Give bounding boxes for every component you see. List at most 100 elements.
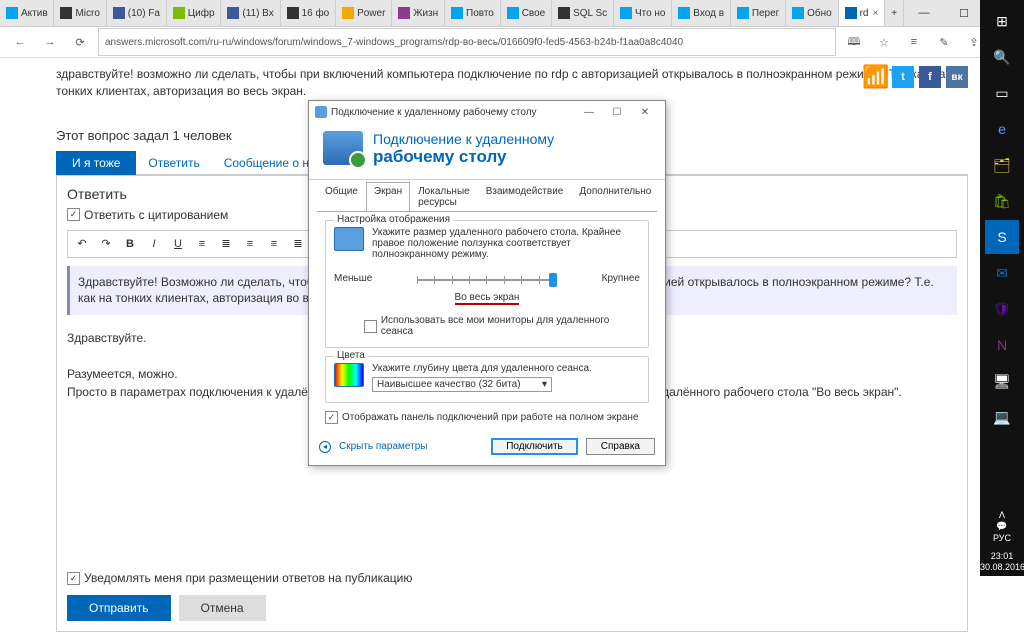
rdp-min-button[interactable]: — xyxy=(575,107,603,118)
reading-icon[interactable]: 🕮 xyxy=(842,30,866,54)
monitor-icon[interactable]: 🖥 xyxy=(985,364,1019,398)
rdp-header-line1: Подключение к удаленному xyxy=(373,131,554,147)
browser-tab[interactable]: Что но xyxy=(614,0,672,26)
rdp-max-button[interactable]: ☐ xyxy=(603,107,631,118)
browser-tab[interactable]: Актив xyxy=(0,0,54,26)
rdp-tab[interactable]: Локальные ресурсы xyxy=(410,182,478,211)
task-view-icon[interactable]: ▭ xyxy=(985,76,1019,110)
twitter-icon[interactable]: t xyxy=(892,66,914,88)
hub-icon[interactable]: ≡ xyxy=(902,30,926,54)
back-button[interactable]: ← xyxy=(8,30,32,54)
color-depth-select[interactable]: Наивысшее качество (32 бита)▾ xyxy=(372,377,552,392)
redo-button[interactable]: ↷ xyxy=(96,235,116,253)
taskbar: ⊞ 🔍 ▭ e 🗂 🛍 S ✉ 🛡 N 🖥 💻 xyxy=(980,0,1024,576)
vk-icon[interactable]: вк xyxy=(946,66,968,88)
forward-button[interactable]: → xyxy=(38,30,62,54)
browser-tab[interactable]: Micro xyxy=(54,0,106,26)
align-left-button[interactable]: ≣ xyxy=(216,235,236,253)
rdp-tab[interactable]: Дополнительно xyxy=(571,182,659,211)
start-button[interactable]: ⊞ xyxy=(985,4,1019,38)
browser-tab[interactable]: Цифр xyxy=(167,0,222,26)
star-icon[interactable]: ☆ xyxy=(872,30,896,54)
display-group: Настройка отображения Укажите размер уда… xyxy=(325,220,649,348)
rdp-close-button[interactable]: ✕ xyxy=(631,107,659,118)
answer-tab[interactable]: Ответить xyxy=(136,151,211,175)
tray-up-icon[interactable]: ᐱ xyxy=(980,510,1024,522)
size-slider[interactable] xyxy=(417,272,557,288)
show-bar-label: Отображать панель подключений при работе… xyxy=(342,412,638,423)
italic-button[interactable]: I xyxy=(144,235,164,253)
colors-legend: Цвета xyxy=(334,350,368,361)
rdp-tab[interactable]: Экран xyxy=(366,182,410,211)
quote-checkbox-label: Ответить с цитированием xyxy=(84,208,228,222)
browser-tab[interactable]: Жизн xyxy=(392,0,445,26)
all-monitors-checkbox[interactable]: Использовать все мои мониторы для удален… xyxy=(364,315,640,337)
clock-date: 30.08.2016 xyxy=(980,562,1024,574)
monitor-icon xyxy=(334,227,364,251)
strike-button[interactable]: ≡ xyxy=(192,235,212,253)
show-bar-checkbox[interactable]: ✓ Отображать панель подключений при рабо… xyxy=(325,411,649,424)
display-legend: Настройка отображения xyxy=(334,214,453,225)
rdp-tabs: ОбщиеЭкранЛокальные ресурсыВзаимодействи… xyxy=(309,180,665,211)
submit-button[interactable]: Отправить xyxy=(67,595,171,621)
list-button[interactable]: ≣ xyxy=(288,235,308,253)
question-text: здравствуйте! возможно ли сделать, чтобы… xyxy=(56,66,968,100)
collapse-icon[interactable]: ◂ xyxy=(319,441,331,453)
browser-tab[interactable]: (10) Fa xyxy=(107,0,167,26)
notify-checkbox[interactable]: ✓ Уведомлять меня при размещении ответов… xyxy=(67,571,957,585)
colors-text: Укажите глубину цвета для удаленного сеа… xyxy=(372,363,640,374)
browser-tab[interactable]: Перег xyxy=(731,0,786,26)
tray-msg-icon[interactable]: 💬 xyxy=(980,521,1024,533)
check-icon: ✓ xyxy=(325,411,338,424)
slider-thumb-icon[interactable] xyxy=(549,273,557,287)
facebook-icon[interactable]: f xyxy=(919,66,941,88)
browser-tab[interactable]: 16 фо xyxy=(281,0,337,26)
store-icon[interactable]: 🛍 xyxy=(985,184,1019,218)
clock-time[interactable]: 23:01 xyxy=(980,551,1024,563)
slider-less-label: Меньше xyxy=(334,273,372,284)
explorer-icon[interactable]: 🗂 xyxy=(985,148,1019,182)
help-button[interactable]: Справка xyxy=(586,438,655,455)
browser-tab[interactable]: Вход в xyxy=(672,0,731,26)
new-tab-button[interactable]: + xyxy=(885,0,904,26)
reload-button[interactable]: ⟳ xyxy=(68,30,92,54)
hide-params-link[interactable]: Скрыть параметры xyxy=(339,441,427,452)
onenote-icon[interactable]: N xyxy=(985,328,1019,362)
browser-tab[interactable]: Power xyxy=(336,0,392,26)
rdp-icon[interactable]: 💻 xyxy=(985,400,1019,434)
system-tray[interactable]: ᐱ 💬 РУС 23:01 30.08.2016 xyxy=(980,508,1024,576)
align-right-button[interactable]: ≡ xyxy=(264,235,284,253)
bold-button[interactable]: B xyxy=(120,235,140,253)
url-field[interactable]: answers.microsoft.com/ru-ru/windows/foru… xyxy=(98,28,836,56)
browser-tab[interactable]: Свое xyxy=(501,0,552,26)
cancel-button[interactable]: Отмена xyxy=(179,595,266,621)
connect-button[interactable]: Подключить xyxy=(491,438,578,455)
undo-button[interactable]: ↶ xyxy=(72,235,92,253)
window-max-button[interactable]: ☐ xyxy=(944,0,984,26)
address-bar-row: ← → ⟳ answers.microsoft.com/ru-ru/window… xyxy=(0,27,1024,58)
outlook-icon[interactable]: ✉ xyxy=(985,256,1019,290)
browser-tab[interactable]: rd× xyxy=(839,0,886,26)
rdp-titlebar[interactable]: Подключение к удаленному рабочему столу … xyxy=(309,101,665,123)
rdp-tab[interactable]: Взаимодействие xyxy=(478,182,572,211)
me-too-tab[interactable]: И я тоже xyxy=(56,151,136,175)
rdp-tab[interactable]: Общие xyxy=(317,182,366,211)
skype-icon[interactable]: S xyxy=(985,220,1019,254)
browser-tab[interactable]: (11) Вх xyxy=(221,0,280,26)
check-icon: ✓ xyxy=(67,572,80,585)
window-min-button[interactable]: — xyxy=(904,0,944,26)
browser-tab[interactable]: Обно xyxy=(786,0,838,26)
browser-tab[interactable]: SQL Sc xyxy=(552,0,614,26)
rss-icon[interactable]: 📶 xyxy=(865,66,887,88)
lang-indicator[interactable]: РУС xyxy=(980,533,1024,545)
browser-tab[interactable]: Повто xyxy=(445,0,501,26)
align-center-button[interactable]: ≡ xyxy=(240,235,260,253)
notify-label: Уведомлять меня при размещении ответов н… xyxy=(84,571,412,585)
close-icon[interactable]: × xyxy=(872,8,878,19)
edge-icon[interactable]: e xyxy=(985,112,1019,146)
underline-button[interactable]: U xyxy=(168,235,188,253)
fullscreen-label: Во весь экран xyxy=(455,292,520,305)
security-icon[interactable]: 🛡 xyxy=(985,292,1019,326)
search-icon[interactable]: 🔍 xyxy=(985,40,1019,74)
note-icon[interactable]: ✎ xyxy=(932,30,956,54)
